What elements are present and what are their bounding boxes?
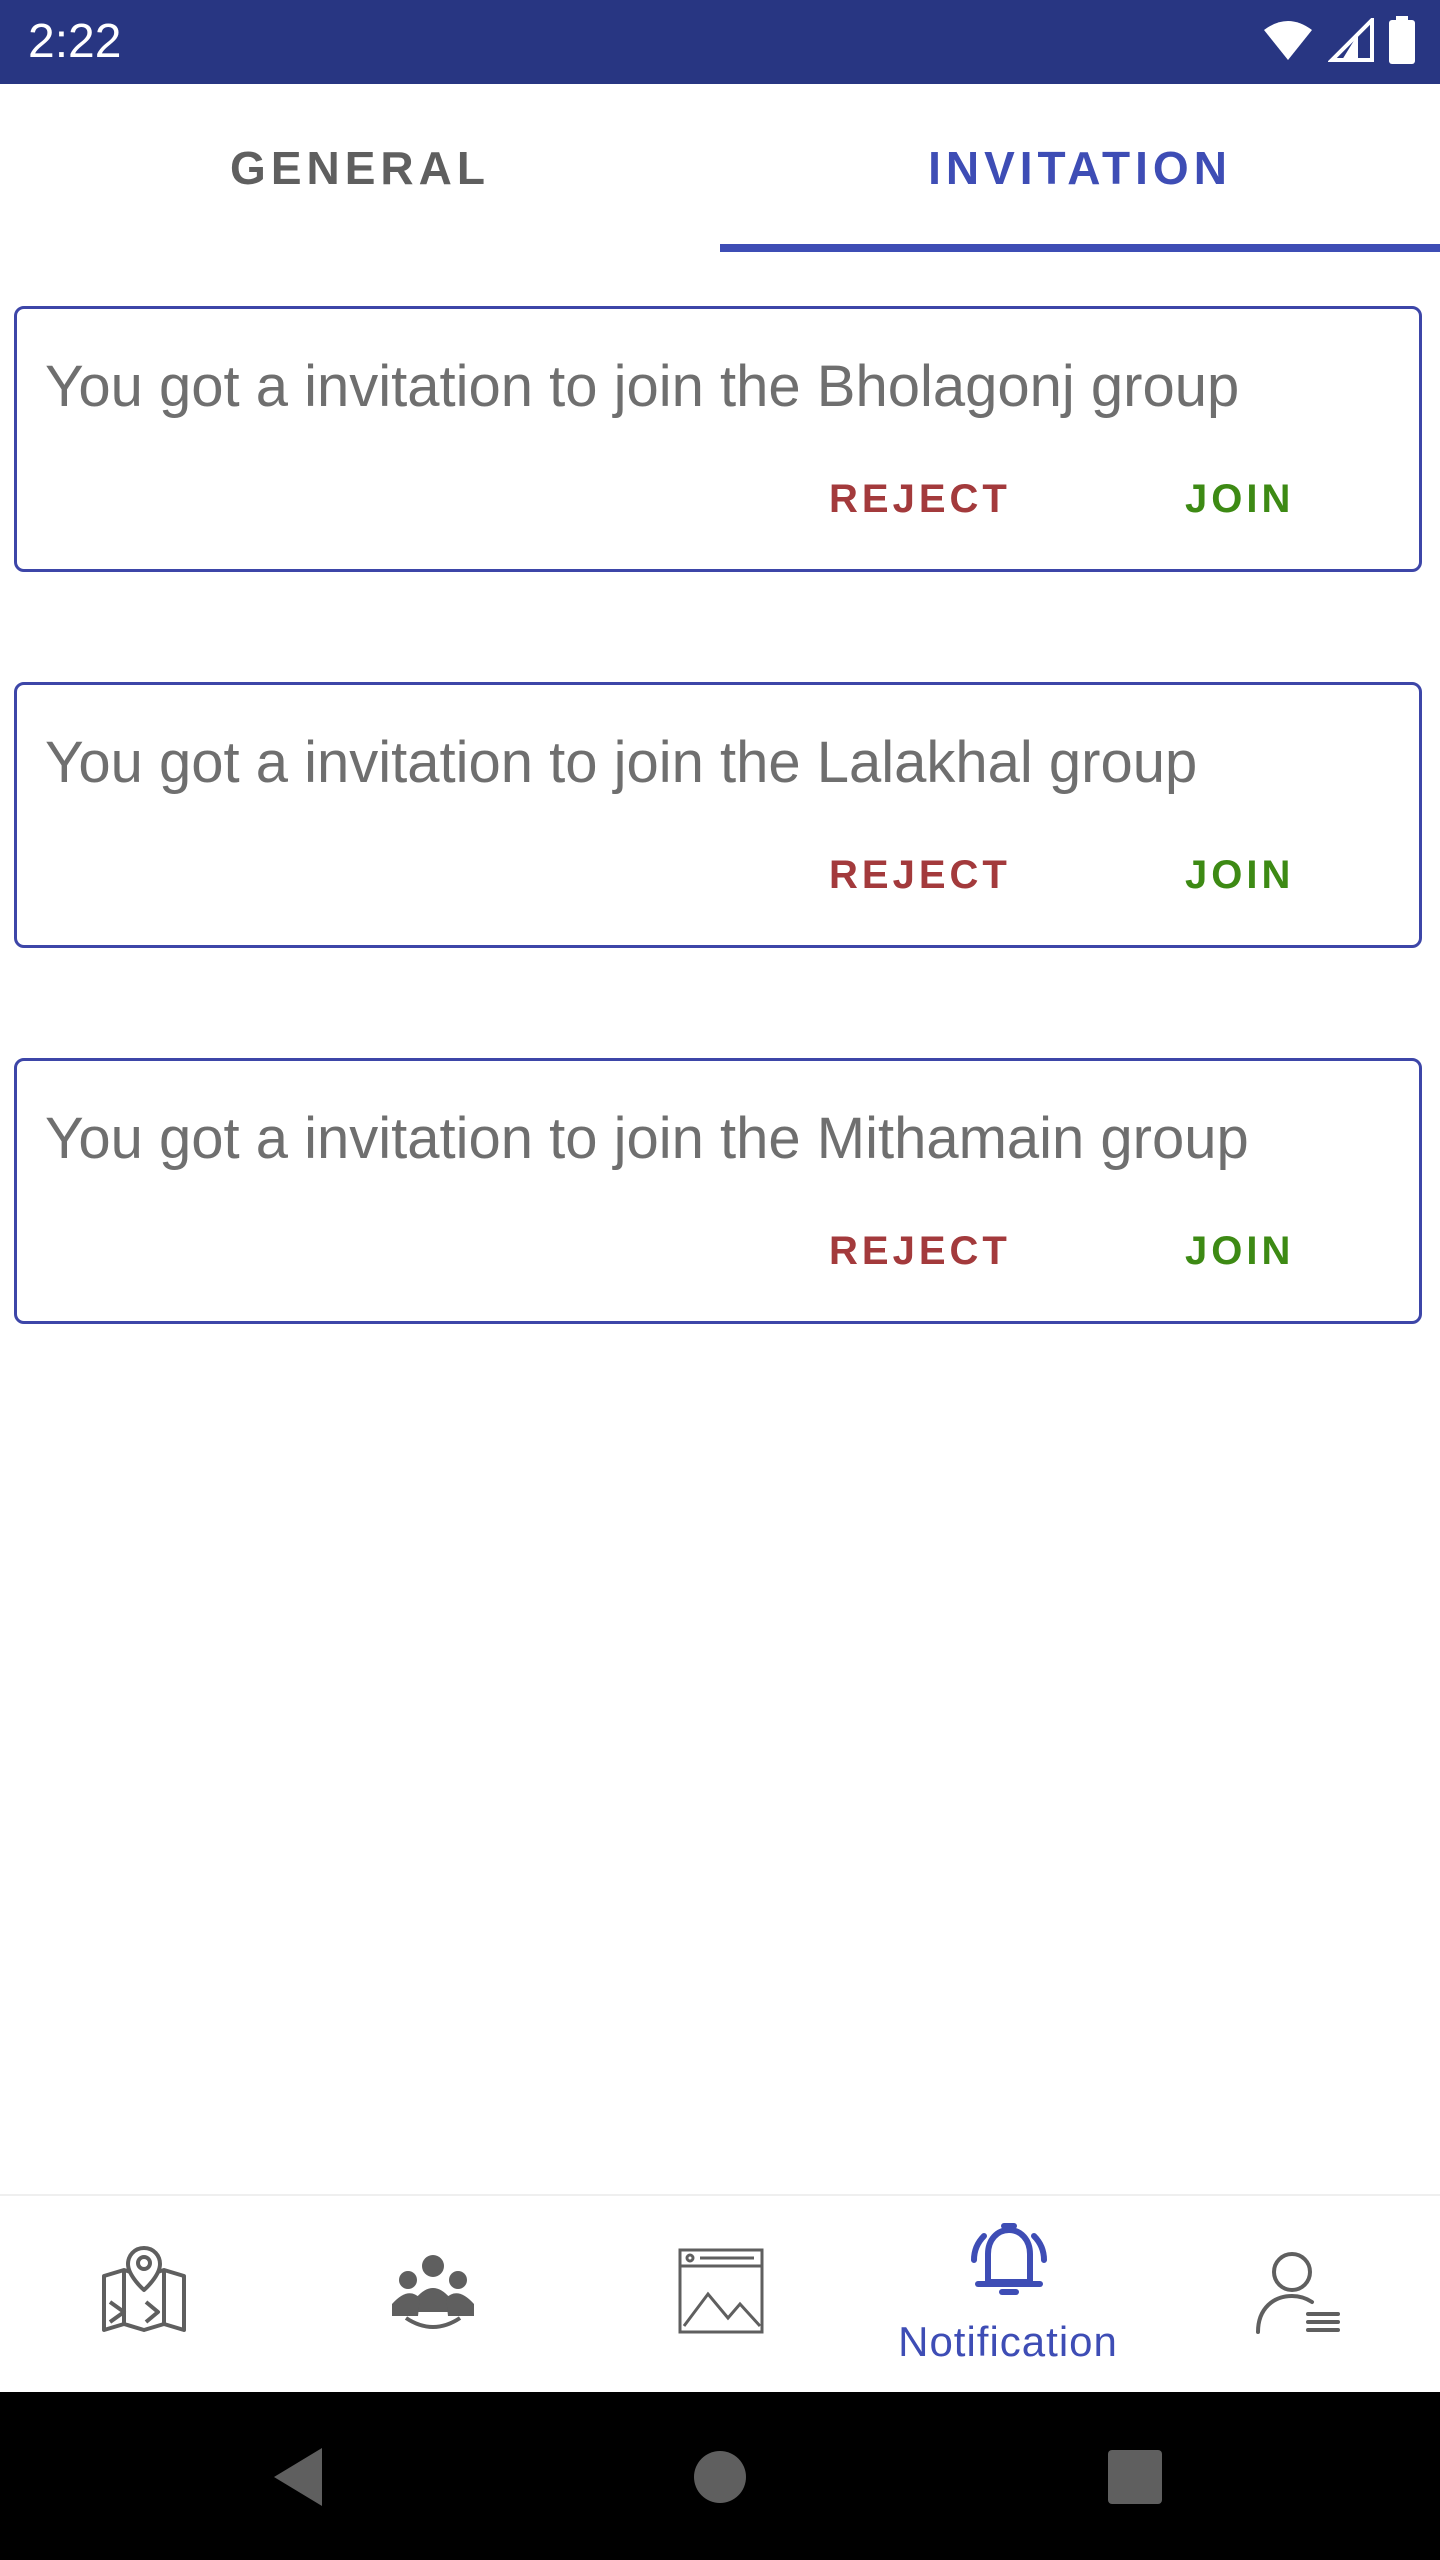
nav-item-notification[interactable]: Notification — [864, 2196, 1152, 2394]
invitation-message: You got a invitation to join the Lalakha… — [45, 730, 1198, 795]
nav-label-notification: Notification — [898, 2318, 1118, 2365]
group-icon — [388, 2246, 478, 2336]
tab-bar: GENERAL INVITATION — [0, 84, 1440, 252]
wifi-icon — [1262, 18, 1314, 67]
status-bar: 2:22 — [0, 0, 1440, 84]
nav-item-map[interactable] — [0, 2196, 288, 2394]
status-icons — [1262, 14, 1416, 69]
reject-button[interactable]: REJECT — [829, 477, 1011, 522]
invitation-card: You got a invitation to join the Bholago… — [14, 306, 1422, 572]
reject-button[interactable]: REJECT — [829, 853, 1011, 898]
join-button[interactable]: JOIN — [1185, 1229, 1294, 1274]
system-navigation-bar — [0, 2392, 1440, 2560]
recents-icon[interactable] — [1090, 2432, 1180, 2522]
back-icon[interactable] — [256, 2432, 346, 2522]
status-time: 2:22 — [28, 15, 122, 68]
invitation-card: You got a invitation to join the Mithama… — [14, 1058, 1422, 1324]
battery-icon — [1388, 15, 1416, 69]
invitation-card: You got a invitation to join the Lalakha… — [14, 682, 1422, 948]
profile-menu-icon — [1252, 2246, 1342, 2336]
bell-icon — [964, 2218, 1054, 2308]
bottom-navigation: Notification — [0, 2194, 1440, 2394]
home-icon[interactable] — [675, 2432, 765, 2522]
signal-icon — [1327, 14, 1374, 67]
invitation-message: You got a invitation to join the Mithama… — [45, 1106, 1249, 1171]
nav-item-groups[interactable] — [288, 2196, 576, 2394]
tab-selected-indicator — [720, 244, 1440, 252]
nav-item-gallery[interactable] — [576, 2196, 864, 2394]
nav-item-profile[interactable] — [1152, 2196, 1440, 2394]
join-button[interactable]: JOIN — [1185, 853, 1294, 898]
invitation-message: You got a invitation to join the Bholago… — [45, 354, 1240, 419]
reject-button[interactable]: REJECT — [829, 1229, 1011, 1274]
tab-general[interactable]: GENERAL — [0, 84, 720, 252]
map-icon — [100, 2246, 190, 2336]
gallery-icon — [676, 2246, 766, 2336]
tab-invitation[interactable]: INVITATION — [720, 84, 1440, 252]
notification-screen: 2:22 GENERAL INVITATION You got a invita… — [0, 0, 1440, 2560]
join-button[interactable]: JOIN — [1185, 477, 1294, 522]
